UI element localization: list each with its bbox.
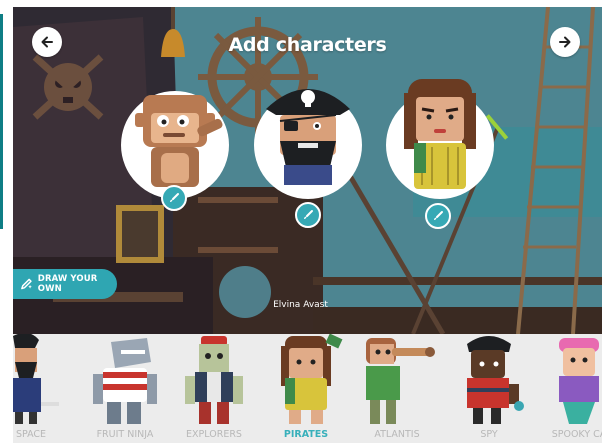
category-fruit-ninja[interactable]: FRUIT NINJA: [81, 334, 169, 443]
left-edge-panel: [0, 0, 13, 443]
spooky-category-thumbnail: [559, 338, 599, 424]
next-button[interactable]: [550, 27, 580, 57]
edit-character-button[interactable]: [161, 185, 187, 211]
category-spooky[interactable]: SPOOKY CA: [543, 334, 602, 443]
pirate-girl-character-image: [404, 79, 476, 189]
category-label: SPY: [480, 429, 498, 440]
category-label: EXPLORERS: [186, 429, 242, 440]
character-avatar-circle: [386, 79, 494, 199]
character-avatar-circle: [254, 89, 362, 199]
fruit-ninja-category-thumbnail: [93, 338, 157, 424]
space-category-thumbnail: [13, 334, 59, 424]
brush-icon: [170, 193, 179, 202]
draw-your-own-label: DRAW YOUR OWN: [37, 274, 98, 294]
category-space[interactable]: SPACE: [13, 334, 63, 443]
category-spy[interactable]: SPY: [453, 334, 525, 443]
edit-character-button[interactable]: [295, 202, 321, 228]
category-atlantis[interactable]: ATLANTIS: [356, 334, 438, 443]
scene-stage: Add characters DRAW YOUR OWN Elvina Avas…: [13, 7, 602, 334]
category-label: SPOOKY CA: [551, 429, 602, 440]
page-title: Add characters: [228, 34, 387, 56]
category-label: FRUIT NINJA: [96, 429, 154, 440]
explorers-category-thumbnail: [185, 336, 243, 424]
category-pirates[interactable]: PIRATES: [267, 334, 345, 443]
edit-character-button[interactable]: [425, 203, 451, 229]
draw-your-own-button[interactable]: DRAW YOUR OWN: [13, 269, 117, 299]
category-label: PIRATES: [283, 429, 329, 440]
category-label: SPACE: [15, 429, 47, 440]
left-accent-line: [0, 14, 3, 229]
brush-icon: [434, 211, 443, 220]
pencil-icon: [21, 278, 32, 290]
pirates-category-thumbnail: [281, 334, 343, 424]
category-tray: SPACE FRUIT NINJA EXPLORERS PIRATES ATLA…: [13, 334, 602, 443]
selected-character-pirate-girl[interactable]: [386, 79, 494, 229]
spy-category-thumbnail: [467, 336, 524, 424]
arrow-left-icon: [41, 36, 53, 48]
pirate-captain-character-image: [266, 89, 350, 185]
selected-character-monkey[interactable]: [121, 91, 229, 211]
previous-button[interactable]: [32, 27, 62, 57]
selected-character-pirate-captain[interactable]: [254, 89, 362, 228]
character-avatar-circle: [121, 91, 229, 199]
category-label: ATLANTIS: [374, 429, 420, 440]
atlantis-category-thumbnail: [366, 338, 435, 424]
brush-icon: [304, 210, 313, 219]
arrow-right-icon: [559, 36, 571, 48]
monkey-character-image: [135, 95, 223, 187]
category-explorers[interactable]: EXPLORERS: [175, 334, 253, 443]
